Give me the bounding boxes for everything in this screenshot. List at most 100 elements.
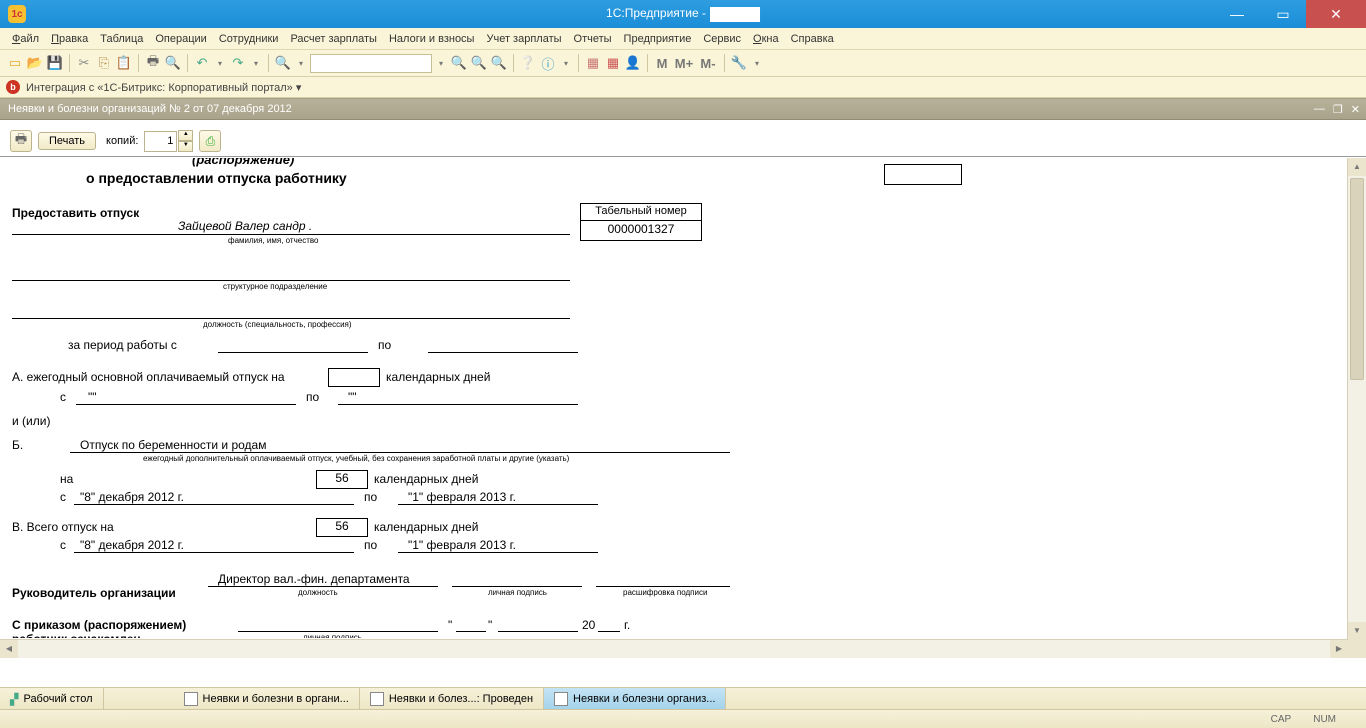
ack-month-underline xyxy=(498,631,578,632)
menu-operations[interactable]: Операции xyxy=(149,31,212,47)
undo-icon[interactable]: ↶ xyxy=(193,54,211,72)
scroll-up-button[interactable]: ▲ xyxy=(1348,158,1366,176)
copy-icon[interactable]: ⎘ xyxy=(95,54,113,72)
print-button[interactable]: Печать xyxy=(38,132,96,150)
struct-sublabel: структурное подразделение xyxy=(223,282,327,291)
doc-close-button[interactable]: ✕ xyxy=(1351,103,1360,116)
menu-service[interactable]: Сервис xyxy=(697,31,747,47)
manager-post-sub: должность xyxy=(298,588,338,597)
info-icon[interactable]: ⓘ xyxy=(539,54,557,72)
section-a-label: А. ежегодный основной оплачиваемый отпус… xyxy=(12,370,285,384)
b-type-underline xyxy=(70,452,730,453)
post-sublabel: должность (специальность, профессия) xyxy=(203,320,352,329)
minimize-button[interactable]: — xyxy=(1214,0,1260,28)
ack-q1: " xyxy=(448,618,452,632)
menu-table[interactable]: Таблица xyxy=(94,31,149,47)
tab-desktop[interactable]: ▞Рабочий стол xyxy=(0,688,104,710)
paste-icon[interactable]: 📋 xyxy=(115,54,133,72)
ack-sign-sub: личная подпись xyxy=(303,633,362,638)
maximize-button[interactable]: ▭ xyxy=(1260,0,1306,28)
doc-icon xyxy=(370,692,384,706)
redo-icon[interactable]: ↷ xyxy=(229,54,247,72)
v-days-box: 56 xyxy=(316,518,368,537)
mem-mplus-button[interactable]: М+ xyxy=(673,54,695,72)
document-title: Неявки и болезни организаций № 2 от 07 д… xyxy=(8,103,292,115)
grant-leave-label: Предоставить отпуск xyxy=(12,206,139,220)
doc-print-icon[interactable]: 🖶 xyxy=(10,130,32,152)
zoom-out-icon[interactable]: 🔍 xyxy=(490,54,508,72)
zoom-in-icon[interactable]: 🔍 xyxy=(450,54,468,72)
menu-employees[interactable]: Сотрудники xyxy=(213,31,285,47)
cut-icon[interactable]: ✂ xyxy=(75,54,93,72)
manager-decode-underline xyxy=(596,586,730,587)
document-header-bar: Неявки и болезни организаций № 2 от 07 д… xyxy=(0,98,1366,120)
copies-input[interactable] xyxy=(144,131,177,152)
menu-enterprise[interactable]: Предприятие xyxy=(618,31,698,47)
menu-file[interactable]: Файл xyxy=(6,31,45,47)
calc-icon[interactable]: ▦ xyxy=(584,54,602,72)
b-po-label: по xyxy=(364,490,377,504)
menu-reports[interactable]: Отчеты xyxy=(568,31,618,47)
menu-edit[interactable]: Правка xyxy=(45,31,94,47)
tools-icon[interactable]: 🔧 xyxy=(730,54,748,72)
doc-restore-button[interactable]: ❐ xyxy=(1333,103,1343,116)
fio-sublabel: фамилия, имя, отчество xyxy=(228,236,319,245)
b-from-underline xyxy=(74,504,354,505)
copies-down-button[interactable]: ▼ xyxy=(178,141,193,152)
copies-up-button[interactable]: ▲ xyxy=(178,130,193,141)
tab-doc-2[interactable]: Неявки и болез...: Проведен xyxy=(360,688,544,710)
menu-accounting[interactable]: Учет зарплаты xyxy=(480,31,567,47)
a-s-label: с xyxy=(60,390,66,404)
new-icon[interactable]: ▭ xyxy=(6,54,24,72)
scroll-v-thumb[interactable] xyxy=(1350,178,1364,380)
a-s-quotes: "" xyxy=(88,390,97,404)
document-viewport: (распоряжение) о предоставлении отпуска … xyxy=(0,157,1366,658)
search-field[interactable] xyxy=(310,54,432,73)
copies-spinner[interactable]: ▲▼ xyxy=(144,130,193,152)
menu-windows[interactable]: Окна xyxy=(747,31,785,47)
v-from-underline xyxy=(74,552,354,553)
menu-payroll[interactable]: Расчет зарплаты xyxy=(284,31,383,47)
print-icon[interactable]: 🖶 xyxy=(144,54,162,72)
close-button[interactable]: ✕ xyxy=(1306,0,1366,28)
title-redacted-box xyxy=(710,7,760,22)
b-to-underline xyxy=(398,504,598,505)
menu-help[interactable]: Справка xyxy=(785,31,840,47)
tab-doc-3[interactable]: Неявки и болезни организ... xyxy=(544,688,726,710)
form-subtitle: (распоряжение) xyxy=(192,158,294,167)
help-icon[interactable]: ❔ xyxy=(519,54,537,72)
user-icon[interactable]: 👤 xyxy=(624,54,642,72)
mem-m-button[interactable]: М xyxy=(653,54,671,72)
save-icon[interactable]: 💾 xyxy=(46,54,64,72)
zoom-reset-icon[interactable]: 🔍 xyxy=(470,54,488,72)
tab-doc-1[interactable]: Неявки и болезни в органи... xyxy=(174,688,360,710)
open-icon[interactable]: 📂 xyxy=(26,54,44,72)
vertical-scrollbar[interactable]: ▲ ▼ xyxy=(1347,158,1366,640)
bitrix-toolbar: b Интеграция с «1С-Битрикс: Корпоративны… xyxy=(0,77,1366,98)
save-only-icon[interactable]: ⎙ xyxy=(199,130,221,152)
horizontal-scrollbar[interactable]: ◀ ▶ xyxy=(0,639,1348,658)
window-titlebar: 1c 1С:Предприятие - — ▭ ✕ xyxy=(0,0,1366,28)
employee-name-partial: Зайцевой Валер сандр . xyxy=(178,219,312,233)
period-po: по xyxy=(378,338,391,352)
v-caldays: календарных дней xyxy=(374,520,478,534)
calendar-icon[interactable]: ▦ xyxy=(604,54,622,72)
b-days-box: 56 xyxy=(316,470,368,489)
scroll-down-button[interactable]: ▼ xyxy=(1348,622,1366,640)
v-to-underline xyxy=(398,552,598,553)
preview-icon[interactable]: 🔍 xyxy=(164,54,182,72)
doc-minimize-button[interactable]: — xyxy=(1314,103,1325,116)
scroll-left-button[interactable]: ◀ xyxy=(0,640,18,658)
section-v-label: В. Всего отпуск на xyxy=(12,520,114,534)
menu-taxes[interactable]: Налоги и взносы xyxy=(383,31,481,47)
mem-mminus-button[interactable]: М- xyxy=(697,54,719,72)
zoom-icon[interactable]: 🔍 xyxy=(274,54,292,72)
v-po-label: по xyxy=(364,538,377,552)
b-s-label: с xyxy=(60,490,66,504)
ack-g: г. xyxy=(624,618,630,632)
window-taskbar: ▞Рабочий стол Неявки и болезни в органи.… xyxy=(0,687,1366,710)
a-po-quotes: "" xyxy=(348,390,357,404)
struct-underline xyxy=(12,280,570,281)
scroll-right-button[interactable]: ▶ xyxy=(1330,640,1348,658)
bitrix-menu[interactable]: Интеграция с «1С-Битрикс: Корпоративный … xyxy=(26,81,301,94)
